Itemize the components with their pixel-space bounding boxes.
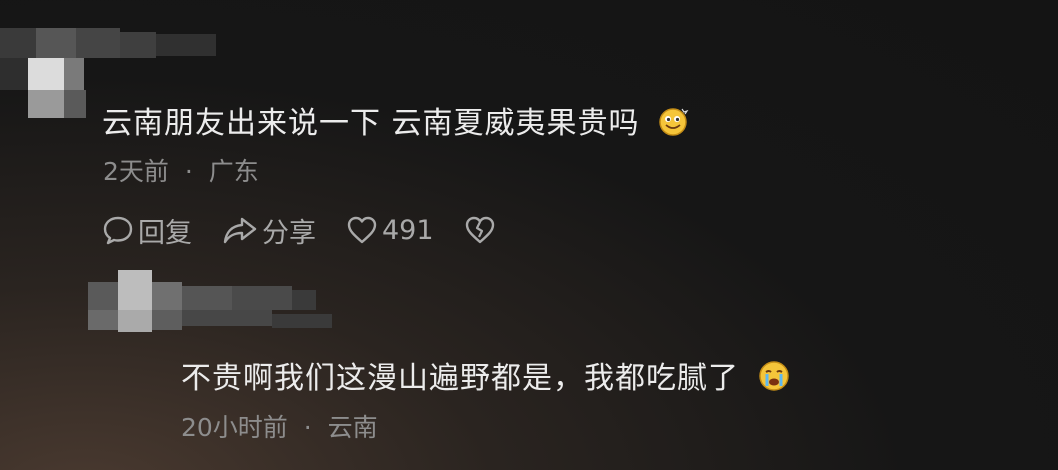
- comment-text-content: 云南朋友出来说一下 云南夏威夷果贵吗: [102, 106, 640, 141]
- smile-emoji-icon: [658, 105, 690, 145]
- comment-location: 广东: [208, 157, 259, 186]
- reply-label: 回复: [138, 217, 192, 249]
- comment-time: 2天前: [103, 157, 169, 186]
- heart-icon: [347, 216, 377, 244]
- comment-text: 云南朋友出来说一下 云南夏威夷果贵吗: [102, 98, 690, 145]
- share-arrow-icon: [223, 217, 257, 244]
- reply-button[interactable]: 回复: [102, 211, 192, 250]
- crying-emoji-icon: [758, 360, 790, 400]
- meta-separator: ·: [303, 413, 312, 442]
- reply-location: 云南: [327, 413, 378, 442]
- reply-time: 20小时前: [181, 413, 288, 442]
- comment-bubble-icon: [103, 216, 133, 245]
- comment-actions: 回复 分享 491: [102, 210, 530, 250]
- reply-text: 不贵啊我们这漫山遍野都是，我都吃腻了: [181, 353, 790, 400]
- reply-meta: 20小时前 · 云南: [181, 408, 378, 444]
- share-button[interactable]: 分享: [222, 211, 316, 250]
- meta-separator: ·: [184, 157, 193, 186]
- dislike-button[interactable]: [464, 214, 500, 246]
- reply-avatar[interactable]: [88, 270, 332, 350]
- broken-heart-icon: [465, 216, 494, 244]
- like-count: 491: [382, 214, 434, 246]
- like-button[interactable]: 491: [346, 214, 434, 246]
- reply-text-content: 不贵啊我们这漫山遍野都是，我都吃腻了: [181, 361, 739, 396]
- share-label: 分享: [262, 217, 316, 249]
- comment-meta: 2天前 · 广东: [103, 152, 259, 188]
